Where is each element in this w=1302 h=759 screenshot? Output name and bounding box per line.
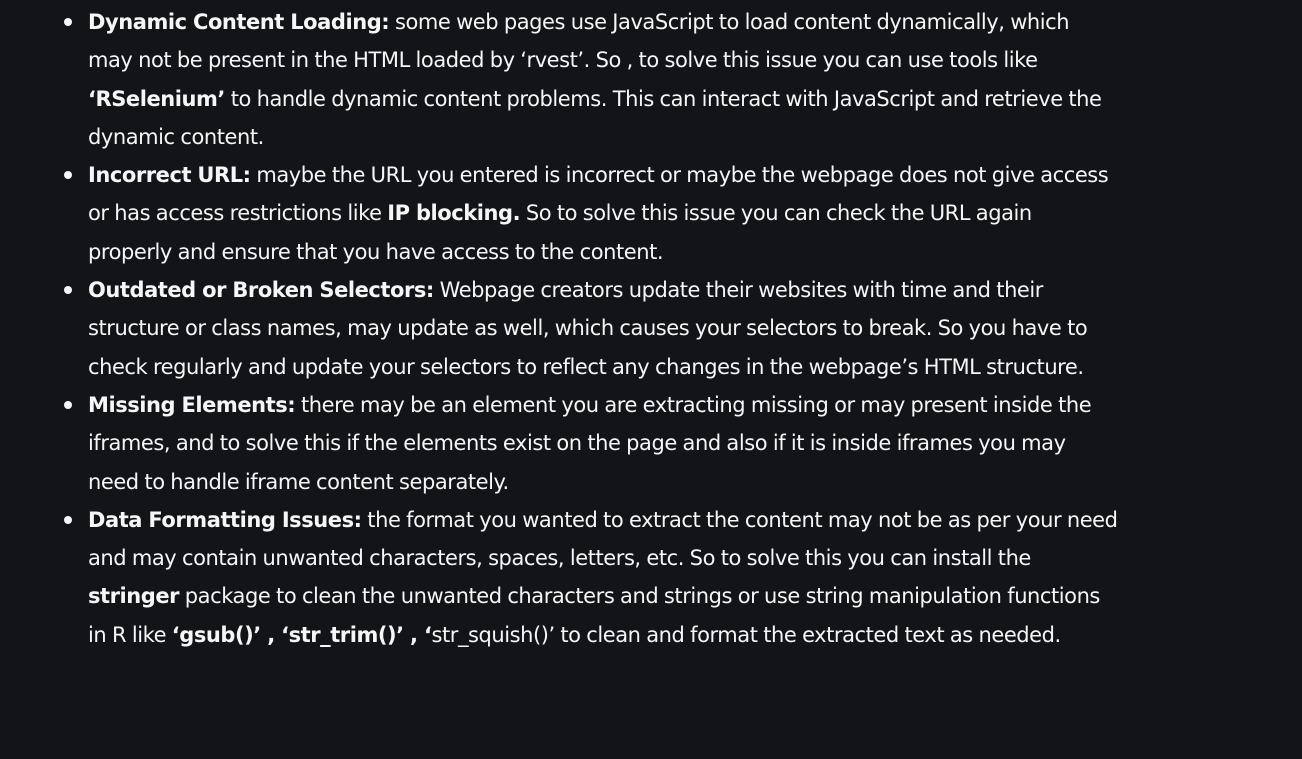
list-item: Outdated or Broken Selectors: Webpage cr…: [64, 271, 1118, 386]
item-text: to handle dynamic content problems. This…: [88, 86, 1102, 149]
item-title: Outdated or Broken Selectors:: [88, 278, 434, 303]
item-title: Incorrect URL:: [88, 163, 251, 188]
item-bold-term: ‘RSelenium’: [88, 86, 225, 111]
item-title: Dynamic Content Loading:: [88, 10, 390, 34]
item-text: str_squish()’ to clean and format the ex…: [431, 622, 1061, 647]
article-content: Dynamic Content Loading: some web pages …: [64, 3, 1118, 654]
list-item: Data Formatting Issues: the format you w…: [64, 501, 1118, 654]
list-item: Incorrect URL: maybe the URL you entered…: [64, 156, 1118, 271]
item-title: Missing Elements:: [88, 392, 296, 417]
item-bold-term: stringer: [88, 584, 180, 609]
item-bold-term: IP blocking.: [387, 201, 521, 226]
list-item: Missing Elements: there may be an elemen…: [64, 386, 1118, 501]
list-item: Dynamic Content Loading: some web pages …: [64, 3, 1118, 156]
item-bold-term: ‘gsub()’ , ‘str_trim()’ , ‘: [171, 622, 432, 647]
issue-list: Dynamic Content Loading: some web pages …: [64, 3, 1118, 654]
item-title: Data Formatting Issues:: [88, 507, 362, 532]
